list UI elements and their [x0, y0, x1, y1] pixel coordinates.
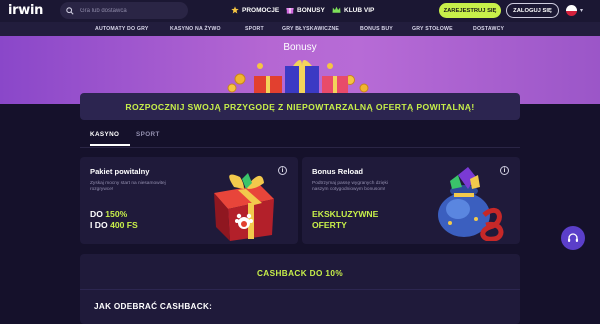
nav-klub-vip-label: KLUB VIP — [344, 6, 375, 14]
search-icon — [66, 6, 74, 15]
card-offer: EKSKLUZYWNE OFERTY — [312, 209, 378, 231]
tabs-divider — [80, 147, 520, 148]
login-button[interactable]: ZALOGUJ SIĘ — [506, 3, 559, 18]
category-bar: AUTOMATY DO GRY KASYNO NA ŻYWO SPORT GRY… — [0, 22, 600, 36]
card-offer: DO 150% I DO 400 FS — [90, 209, 138, 231]
nav-promocje[interactable]: PROMOCJE — [231, 6, 279, 14]
tab-kasyno[interactable]: KASYNO — [90, 131, 119, 138]
offer-percent: 150% — [105, 209, 128, 219]
tab-sport[interactable]: SPORT — [136, 131, 160, 138]
nav-promocje-label: PROMOCJE — [242, 6, 280, 14]
nav-bonusy-label: BONUSY — [297, 6, 325, 14]
nav-klub-vip[interactable]: KLUB VIP — [332, 6, 374, 14]
gift-icon — [286, 8, 294, 14]
irwin-logo[interactable]: irwin — [8, 3, 43, 18]
headset-icon — [568, 233, 578, 242]
category-dostawcy[interactable]: DOSTAWCY — [473, 26, 504, 32]
active-tab-indicator — [90, 144, 130, 146]
search-input[interactable] — [78, 6, 178, 15]
welcome-package-card[interactable]: Pakiet powitalny Zyskaj mocny start na n… — [80, 157, 298, 244]
register-button[interactable]: ZAREJESTRUJ SIĘ — [439, 3, 501, 18]
category-bonus-buy[interactable]: BONUS BUY — [360, 26, 393, 32]
category-automaty[interactable]: AUTOMATY DO GRY — [95, 26, 149, 32]
search-box[interactable] — [60, 2, 188, 19]
cashback-section: CASHBACK DO 10% JAK ODEBRAĆ CASHBACK: — [80, 254, 520, 324]
welcome-offer-banner: ROZPOCZNIJ SWOJĄ PRZYGODĘ Z NIEPOWTARZAL… — [80, 93, 520, 120]
bonus-reload-card[interactable]: Bonus Reload Podtrzymaj passę wygranych … — [302, 157, 520, 244]
offer-free-spins: 400 FS — [110, 220, 138, 231]
offer-prefix: I DO — [90, 220, 111, 231]
category-gry-blyskawiczne[interactable]: GRY BŁYSKAWICZNE — [282, 26, 339, 32]
cashback-title: CASHBACK DO 10% — [256, 269, 344, 278]
support-chat-button[interactable] — [561, 226, 585, 250]
star-icon — [231, 6, 239, 14]
crown-icon — [332, 6, 341, 13]
top-bar: irwin PROMOCJE BONUSY KLUB VIP ZAREJESTR… — [0, 0, 600, 22]
card-title: Pakiet powitalny — [90, 167, 150, 176]
category-gry-stolowe[interactable]: GRY STOŁOWE — [412, 26, 453, 32]
offer-prefix: DO — [90, 209, 106, 219]
category-sport[interactable]: SPORT — [245, 26, 264, 32]
cashback-divider — [80, 289, 520, 290]
card-description: Zyskaj mocny start na niesamowitej rozgr… — [90, 181, 166, 193]
red-gift-box-illustration — [214, 173, 274, 241]
chevron-down-icon[interactable]: ▾ — [580, 7, 583, 14]
nav-bonusy[interactable]: BONUSY — [286, 6, 325, 14]
offer-line-1: EKSKLUZYWNE — [312, 209, 379, 219]
flag-pl-icon[interactable] — [566, 5, 577, 16]
cashback-subtitle: JAK ODEBRAĆ CASHBACK: — [94, 302, 213, 311]
offer-line-2: OFERTY — [312, 220, 347, 231]
card-description: Podtrzymaj passę wygranych dzięki naszym… — [312, 181, 388, 193]
category-kasyno-na-zywo[interactable]: KASYNO NA ŻYWO — [170, 26, 221, 32]
card-title: Bonus Reload — [312, 167, 364, 176]
treasure-bag-illustration — [438, 167, 504, 241]
bonus-tabs: KASYNO SPORT — [80, 129, 520, 149]
